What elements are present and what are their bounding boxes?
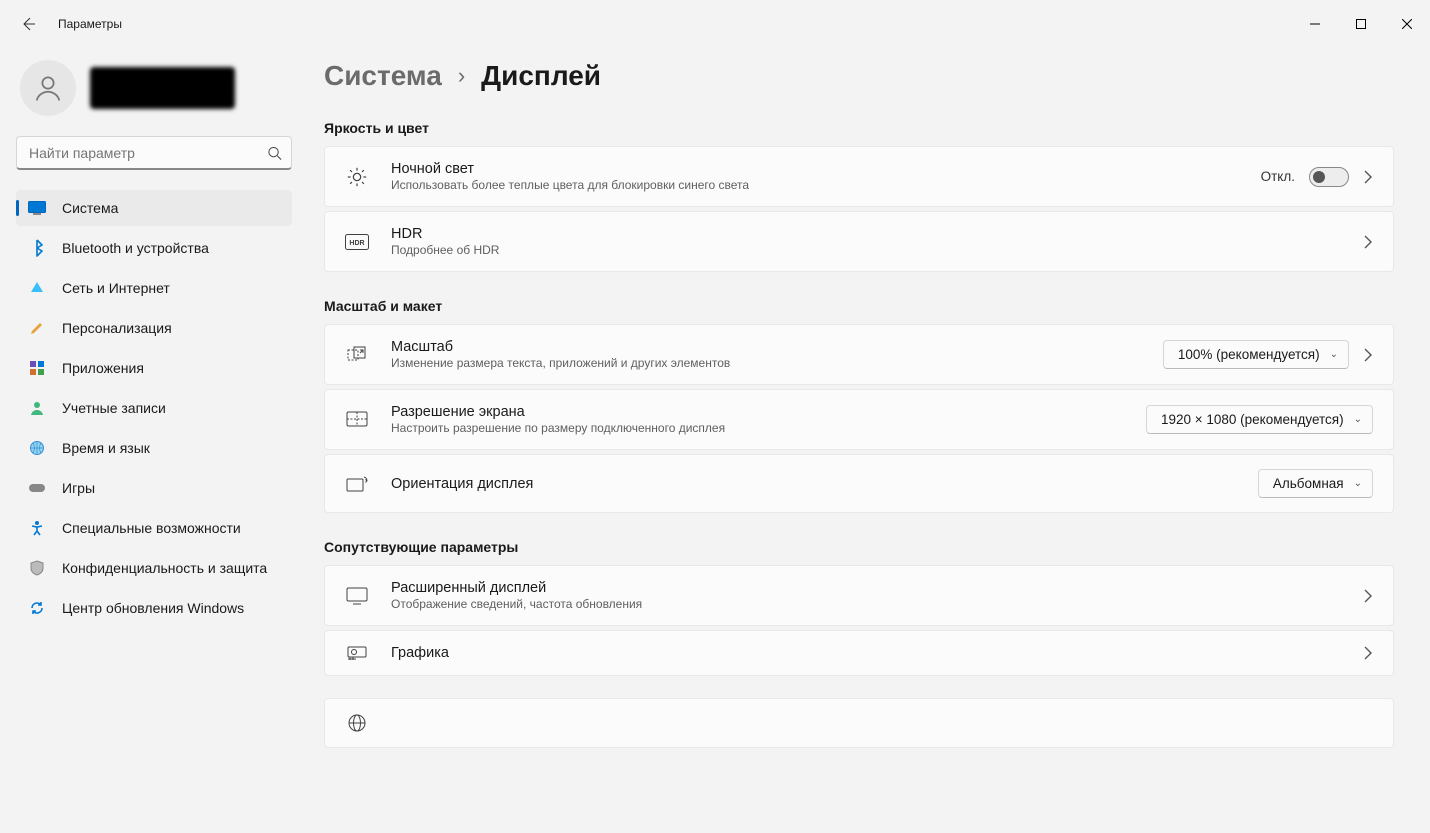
dropdown-value: Альбомная	[1273, 476, 1344, 491]
sidebar-item-apps[interactable]: Приложения	[16, 350, 292, 386]
hdr-icon: HDR	[345, 234, 369, 250]
sidebar-item-label: Система	[62, 200, 118, 216]
chevron-right-icon	[1363, 348, 1373, 362]
resolution-dropdown[interactable]: 1920 × 1080 (рекомендуется) ⌄	[1146, 405, 1373, 434]
sidebar-item-label: Персонализация	[62, 320, 172, 336]
sidebar-item-personalization[interactable]: Персонализация	[16, 310, 292, 346]
card-desc: Настроить разрешение по размеру подключе…	[391, 421, 1124, 435]
sidebar-item-privacy[interactable]: Конфиденциальность и защита	[16, 550, 292, 586]
card-scale[interactable]: Масштаб Изменение размера текста, прилож…	[324, 324, 1394, 385]
card-title: Ориентация дисплея	[391, 476, 1236, 492]
card-title: Расширенный дисплей	[391, 580, 1341, 596]
card-title: Ночной свет	[391, 161, 1239, 177]
chevron-right-icon	[1363, 235, 1373, 249]
section-title-brightness: Яркость и цвет	[324, 120, 1394, 136]
sidebar-item-label: Специальные возможности	[62, 520, 241, 536]
sidebar-item-accessibility[interactable]: Специальные возможности	[16, 510, 292, 546]
window-title: Параметры	[58, 17, 122, 31]
user-block[interactable]	[16, 56, 292, 136]
resolution-icon	[345, 411, 369, 429]
sidebar-item-time-language[interactable]: Время и язык	[16, 430, 292, 466]
content-area: Система › Дисплей Яркость и цвет Ночной …	[300, 48, 1430, 833]
card-title: Масштаб	[391, 339, 1141, 355]
card-partial[interactable]	[324, 698, 1394, 748]
globe-icon	[28, 439, 46, 457]
sidebar: Система Bluetooth и устройства Сеть и Ин…	[0, 48, 300, 833]
page-title: Дисплей	[481, 60, 601, 92]
sidebar-item-windows-update[interactable]: Центр обновления Windows	[16, 590, 292, 626]
sidebar-item-network[interactable]: Сеть и Интернет	[16, 270, 292, 306]
chevron-down-icon: ⌄	[1354, 478, 1362, 489]
card-desc: Изменение размера текста, приложений и д…	[391, 356, 1141, 370]
sun-icon	[345, 166, 369, 188]
sidebar-item-label: Bluetooth и устройства	[62, 240, 209, 256]
card-hdr[interactable]: HDR HDR Подробнее об HDR	[324, 211, 1394, 272]
dropdown-value: 1920 × 1080 (рекомендуется)	[1161, 412, 1344, 427]
sidebar-item-label: Центр обновления Windows	[62, 600, 244, 616]
card-desc: Отображение сведений, частота обновления	[391, 597, 1341, 611]
chevron-right-icon: ›	[458, 63, 465, 89]
back-button[interactable]	[18, 14, 38, 34]
card-graphics[interactable]: Графика	[324, 630, 1394, 676]
scale-icon	[345, 344, 369, 366]
toggle-label: Откл.	[1261, 169, 1295, 184]
svg-text:HDR: HDR	[349, 240, 364, 247]
search-input[interactable]	[16, 136, 292, 170]
sidebar-item-label: Конфиденциальность и защита	[62, 560, 267, 576]
sidebar-item-bluetooth[interactable]: Bluetooth и устройства	[16, 230, 292, 266]
user-name-redacted	[90, 67, 235, 109]
display-icon	[28, 199, 46, 217]
card-title: HDR	[391, 226, 1341, 242]
update-icon	[28, 599, 46, 617]
card-title: Графика	[391, 645, 1341, 661]
chevron-right-icon	[1363, 589, 1373, 603]
monitor-icon	[345, 587, 369, 605]
sidebar-item-system[interactable]: Система	[16, 190, 292, 226]
chevron-right-icon	[1363, 646, 1373, 660]
card-desc: Подробнее об HDR	[391, 243, 1341, 257]
sidebar-item-accounts[interactable]: Учетные записи	[16, 390, 292, 426]
apps-icon	[28, 359, 46, 377]
titlebar: Параметры	[0, 0, 1430, 48]
card-title: Разрешение экрана	[391, 404, 1124, 420]
sidebar-item-label: Игры	[62, 480, 95, 496]
accessibility-icon	[28, 519, 46, 537]
search-icon	[267, 146, 282, 161]
maximize-button[interactable]	[1338, 8, 1384, 40]
gamepad-icon	[28, 479, 46, 497]
sidebar-item-label: Приложения	[62, 360, 144, 376]
card-desc: Использовать более теплые цвета для блок…	[391, 178, 1239, 192]
minimize-button[interactable]	[1292, 8, 1338, 40]
sidebar-item-gaming[interactable]: Игры	[16, 470, 292, 506]
sidebar-item-label: Сеть и Интернет	[62, 280, 170, 296]
orientation-dropdown[interactable]: Альбомная ⌄	[1258, 469, 1373, 498]
avatar	[20, 60, 76, 116]
night-light-toggle[interactable]	[1309, 167, 1349, 187]
section-title-scale: Масштаб и макет	[324, 298, 1394, 314]
card-night-light[interactable]: Ночной свет Использовать более теплые цв…	[324, 146, 1394, 207]
chevron-down-icon: ⌄	[1354, 414, 1362, 425]
card-advanced-display[interactable]: Расширенный дисплей Отображение сведений…	[324, 565, 1394, 626]
globe-icon	[345, 713, 369, 733]
orientation-icon	[345, 474, 369, 494]
close-button[interactable]	[1384, 8, 1430, 40]
card-resolution[interactable]: Разрешение экрана Настроить разрешение п…	[324, 389, 1394, 450]
gpu-icon	[345, 645, 369, 661]
scale-dropdown[interactable]: 100% (рекомендуется) ⌄	[1163, 340, 1349, 369]
person-icon	[28, 399, 46, 417]
sidebar-item-label: Время и язык	[62, 440, 150, 456]
shield-icon	[28, 559, 46, 577]
section-title-related: Сопутствующие параметры	[324, 539, 1394, 555]
sidebar-item-label: Учетные записи	[62, 400, 166, 416]
brush-icon	[28, 319, 46, 337]
chevron-down-icon: ⌄	[1330, 349, 1338, 360]
bluetooth-icon	[28, 239, 46, 257]
chevron-right-icon	[1363, 170, 1373, 184]
network-icon	[28, 279, 46, 297]
breadcrumb-parent[interactable]: Система	[324, 60, 442, 92]
breadcrumb: Система › Дисплей	[324, 60, 1394, 92]
card-orientation[interactable]: Ориентация дисплея Альбомная ⌄	[324, 454, 1394, 513]
dropdown-value: 100% (рекомендуется)	[1178, 347, 1320, 362]
